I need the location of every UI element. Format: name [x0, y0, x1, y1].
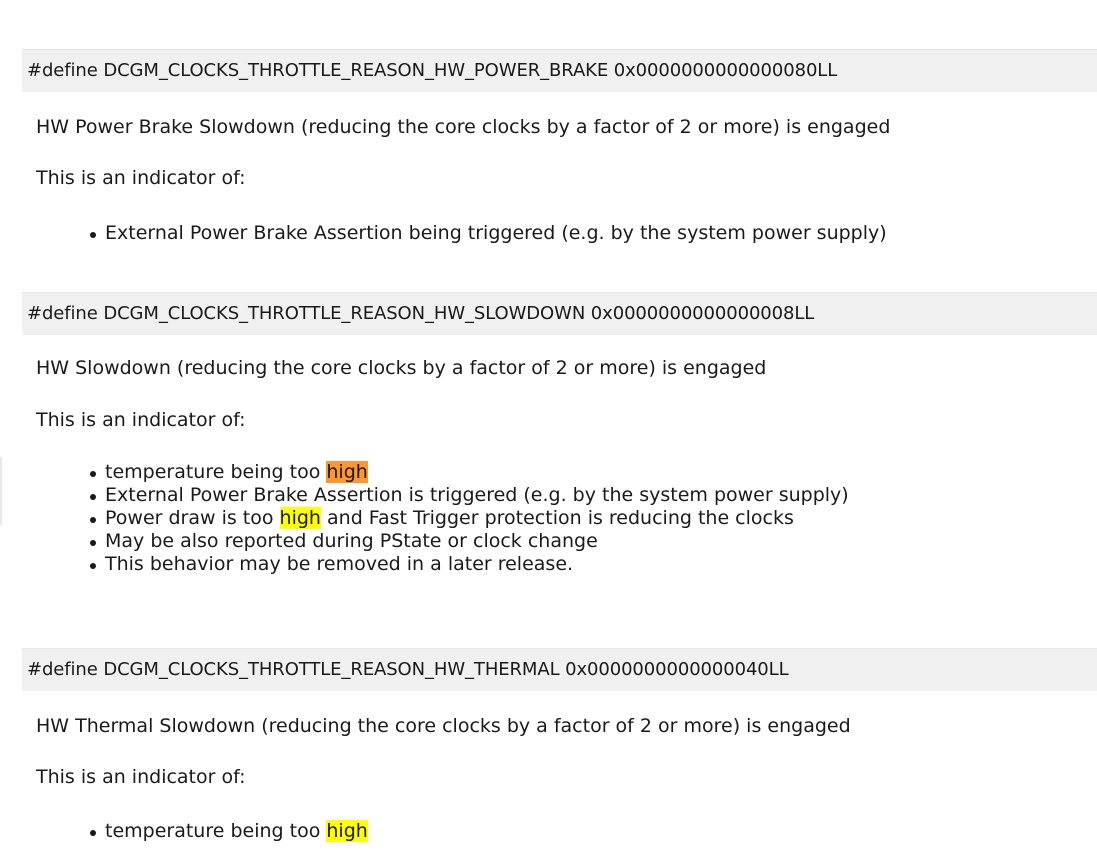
define-heading: #define DCGM_CLOCKS_THROTTLE_REASON_HW_S… — [22, 292, 1097, 335]
define-heading: #define DCGM_CLOCKS_THROTTLE_REASON_HW_P… — [22, 49, 1097, 92]
indicator-list: External Power Brake Assertion being tri… — [87, 222, 887, 245]
search-highlight-current: high — [326, 461, 368, 483]
list-item: This behavior may be removed in a later … — [87, 553, 849, 576]
list-item: May be also reported during PState or cl… — [87, 530, 849, 553]
search-highlight: high — [326, 820, 368, 842]
indicator-intro: This is an indicator of: — [36, 766, 246, 788]
description-text: HW Thermal Slowdown (reducing the core c… — [36, 715, 851, 737]
description-text: HW Power Brake Slowdown (reducing the co… — [36, 116, 891, 138]
search-highlight: high — [279, 507, 321, 529]
indicator-intro: This is an indicator of: — [36, 167, 246, 189]
list-item: temperature being too high — [87, 820, 368, 843]
define-section-hw-power-brake: #define DCGM_CLOCKS_THROTTLE_REASON_HW_P… — [22, 49, 1097, 92]
documentation-page: #define DCGM_CLOCKS_THROTTLE_REASON_HW_P… — [0, 0, 1097, 864]
list-item: External Power Brake Assertion being tri… — [87, 222, 887, 245]
list-item: temperature being too high — [87, 461, 849, 484]
indicator-list: temperature being too high — [87, 820, 368, 843]
list-item: Power draw is too high and Fast Trigger … — [87, 507, 849, 530]
indicator-intro: This is an indicator of: — [36, 409, 246, 431]
define-section-hw-thermal: #define DCGM_CLOCKS_THROTTLE_REASON_HW_T… — [22, 648, 1097, 691]
define-section-hw-slowdown: #define DCGM_CLOCKS_THROTTLE_REASON_HW_S… — [22, 292, 1097, 335]
description-text: HW Slowdown (reducing the core clocks by… — [36, 357, 767, 379]
left-edge-marker — [0, 457, 2, 525]
list-item: External Power Brake Assertion is trigge… — [87, 484, 849, 507]
define-heading: #define DCGM_CLOCKS_THROTTLE_REASON_HW_T… — [22, 648, 1097, 691]
indicator-list: temperature being too high External Powe… — [87, 461, 849, 576]
